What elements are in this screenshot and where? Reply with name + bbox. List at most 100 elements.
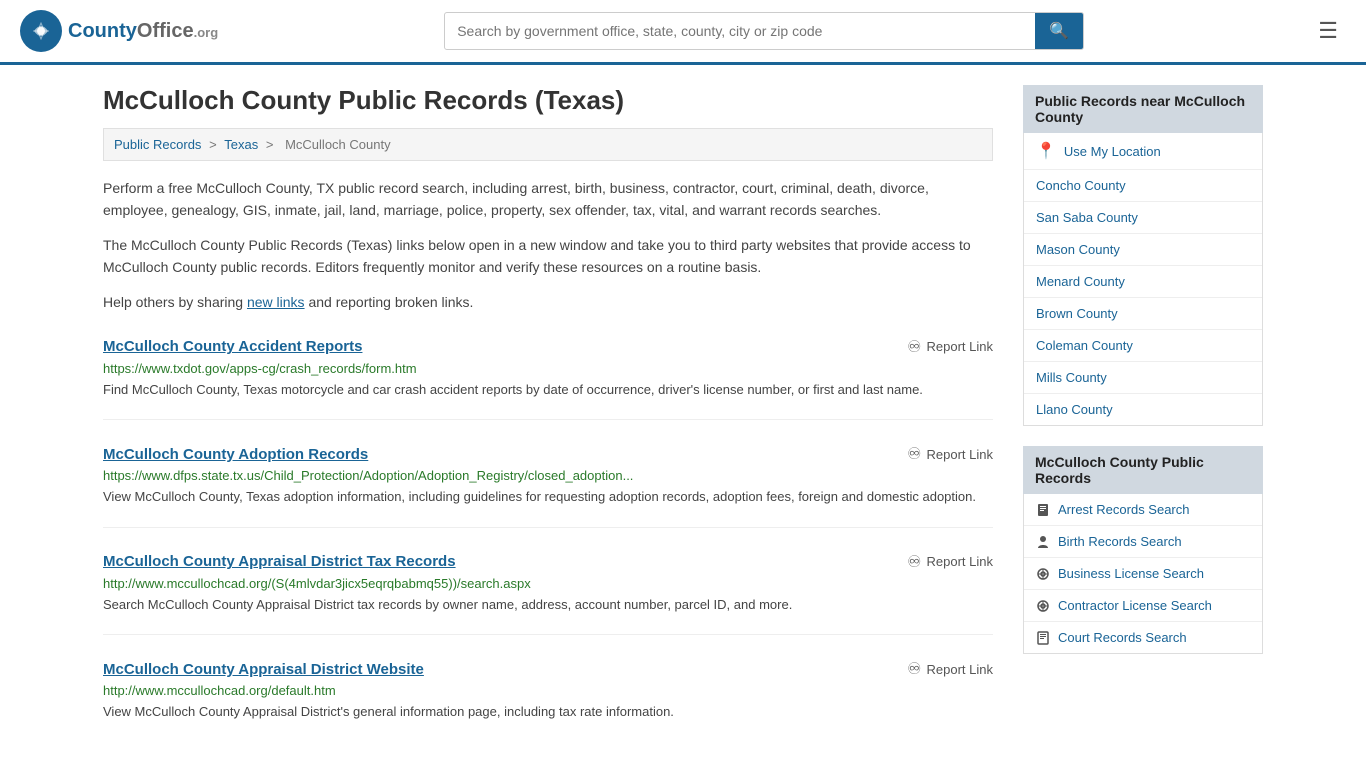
list-item-brown[interactable]: Brown County [1024,298,1262,330]
business-license-link[interactable]: Business License Search [1024,558,1262,589]
court-records-icon [1036,631,1050,645]
hamburger-icon: ☰ [1318,18,1338,43]
record-accident-reports: McCulloch County Accident Reports ♾ Repo… [103,337,993,421]
breadcrumb-separator-2: > [266,137,277,152]
san-saba-county-link[interactable]: San Saba County [1024,202,1262,233]
search-input[interactable] [445,15,1035,47]
list-item-court-records[interactable]: Court Records Search [1024,622,1262,653]
record-adoption-header: McCulloch County Adoption Records ♾ Repo… [103,444,993,464]
record-appraisal-tax-title[interactable]: McCulloch County Appraisal District Tax … [103,553,456,570]
record-accident-url[interactable]: https://www.txdot.gov/apps-cg/crash_reco… [103,361,993,376]
list-item-business-license[interactable]: Business License Search [1024,558,1262,590]
record-appraisal-website-desc: View McCulloch County Appraisal District… [103,702,993,722]
court-records-link[interactable]: Court Records Search [1024,622,1262,653]
list-item-mason[interactable]: Mason County [1024,234,1262,266]
hamburger-menu-button[interactable]: ☰ [1310,14,1346,48]
list-item-san-saba[interactable]: San Saba County [1024,202,1262,234]
arrest-records-icon [1036,503,1050,517]
contractor-license-label: Contractor License Search [1058,598,1212,613]
menard-county-label: Menard County [1036,274,1125,289]
sidebar: Public Records near McCulloch County 📍 U… [1023,85,1263,742]
breadcrumb-separator-1: > [209,137,220,152]
content-area: McCulloch County Public Records (Texas) … [103,85,993,742]
record-appraisal-tax-url[interactable]: http://www.mccullochcad.org/(S(4mlvdar3j… [103,576,993,591]
record-accident-title[interactable]: McCulloch County Accident Reports [103,338,362,355]
menard-county-link[interactable]: Menard County [1024,266,1262,297]
birth-records-icon [1036,535,1050,549]
business-license-icon [1036,567,1050,581]
list-item-contractor-license[interactable]: Contractor License Search [1024,590,1262,622]
use-my-location-label: Use My Location [1064,144,1161,159]
brown-county-label: Brown County [1036,306,1118,321]
nearby-list: 📍 Use My Location Concho County San Saba… [1023,133,1263,426]
mills-county-label: Mills County [1036,370,1107,385]
list-item-birth-records[interactable]: Birth Records Search [1024,526,1262,558]
arrest-records-link[interactable]: Arrest Records Search [1024,494,1262,525]
report-link-label-appraisal-tax: Report Link [927,554,993,569]
nearby-section: Public Records near McCulloch County 📍 U… [1023,85,1263,426]
report-icon-appraisal-website: ♾ [907,659,921,679]
record-appraisal-website: McCulloch County Appraisal District Webs… [103,659,993,742]
report-icon-accident: ♾ [907,337,921,357]
arrest-records-label: Arrest Records Search [1058,502,1190,517]
record-appraisal-website-title[interactable]: McCulloch County Appraisal District Webs… [103,661,424,678]
nearby-section-title: Public Records near McCulloch County [1023,85,1263,133]
main-container: McCulloch County Public Records (Texas) … [83,65,1283,742]
location-pin-icon: 📍 [1036,141,1056,161]
coleman-county-label: Coleman County [1036,338,1133,353]
intro-paragraph-2: The McCulloch County Public Records (Tex… [103,234,993,279]
record-adoption-desc: View McCulloch County, Texas adoption in… [103,487,993,507]
birth-records-link[interactable]: Birth Records Search [1024,526,1262,557]
report-link-appraisal-website[interactable]: ♾ Report Link [907,659,993,679]
report-link-label-adoption: Report Link [927,447,993,462]
breadcrumb-current: McCulloch County [285,137,391,152]
report-icon-appraisal-tax: ♾ [907,552,921,572]
list-item-concho[interactable]: Concho County [1024,170,1262,202]
business-license-label: Business License Search [1058,566,1204,581]
mason-county-link[interactable]: Mason County [1024,234,1262,265]
record-appraisal-website-url[interactable]: http://www.mccullochcad.org/default.htm [103,683,993,698]
breadcrumb-texas[interactable]: Texas [224,137,258,152]
records-title-text: McCulloch County Public Records [1035,454,1204,486]
report-link-accident[interactable]: ♾ Report Link [907,337,993,357]
report-link-label-accident: Report Link [927,339,993,354]
brown-county-link[interactable]: Brown County [1024,298,1262,329]
mills-county-link[interactable]: Mills County [1024,362,1262,393]
list-item-mills[interactable]: Mills County [1024,362,1262,394]
record-accident-header: McCulloch County Accident Reports ♾ Repo… [103,337,993,357]
llano-county-label: Llano County [1036,402,1113,417]
record-accident-desc: Find McCulloch County, Texas motorcycle … [103,380,993,400]
list-item-llano[interactable]: Llano County [1024,394,1262,425]
list-item-arrest-records[interactable]: Arrest Records Search [1024,494,1262,526]
breadcrumb-public-records[interactable]: Public Records [114,137,201,152]
list-item-coleman[interactable]: Coleman County [1024,330,1262,362]
search-button[interactable]: 🔍 [1035,13,1083,49]
record-appraisal-tax-header: McCulloch County Appraisal District Tax … [103,552,993,572]
records-section: McCulloch County Public Records [1023,446,1263,654]
san-saba-county-label: San Saba County [1036,210,1138,225]
court-records-label: Court Records Search [1058,630,1187,645]
use-my-location-link[interactable]: 📍 Use My Location [1024,133,1262,169]
record-appraisal-tax: McCulloch County Appraisal District Tax … [103,552,993,636]
record-adoption-url[interactable]: https://www.dfps.state.tx.us/Child_Prote… [103,468,993,483]
birth-records-label: Birth Records Search [1058,534,1182,549]
record-adoption-title[interactable]: McCulloch County Adoption Records [103,446,368,463]
record-adoption-records: McCulloch County Adoption Records ♾ Repo… [103,444,993,528]
list-item-location[interactable]: 📍 Use My Location [1024,133,1262,170]
report-link-adoption[interactable]: ♾ Report Link [907,444,993,464]
intro3-prefix: Help others by sharing [103,294,247,310]
new-links-link[interactable]: new links [247,294,305,310]
list-item-menard[interactable]: Menard County [1024,266,1262,298]
llano-county-link[interactable]: Llano County [1024,394,1262,425]
mason-county-label: Mason County [1036,242,1120,257]
logo-area: CountyOffice.org [20,10,218,52]
concho-county-label: Concho County [1036,178,1126,193]
report-link-appraisal-tax[interactable]: ♾ Report Link [907,552,993,572]
search-icon: 🔍 [1049,23,1069,40]
intro3-suffix: and reporting broken links. [305,294,474,310]
contractor-license-link[interactable]: Contractor License Search [1024,590,1262,621]
intro-paragraph-3: Help others by sharing new links and rep… [103,291,993,313]
coleman-county-link[interactable]: Coleman County [1024,330,1262,361]
records-section-title: McCulloch County Public Records [1023,446,1263,494]
concho-county-link[interactable]: Concho County [1024,170,1262,201]
